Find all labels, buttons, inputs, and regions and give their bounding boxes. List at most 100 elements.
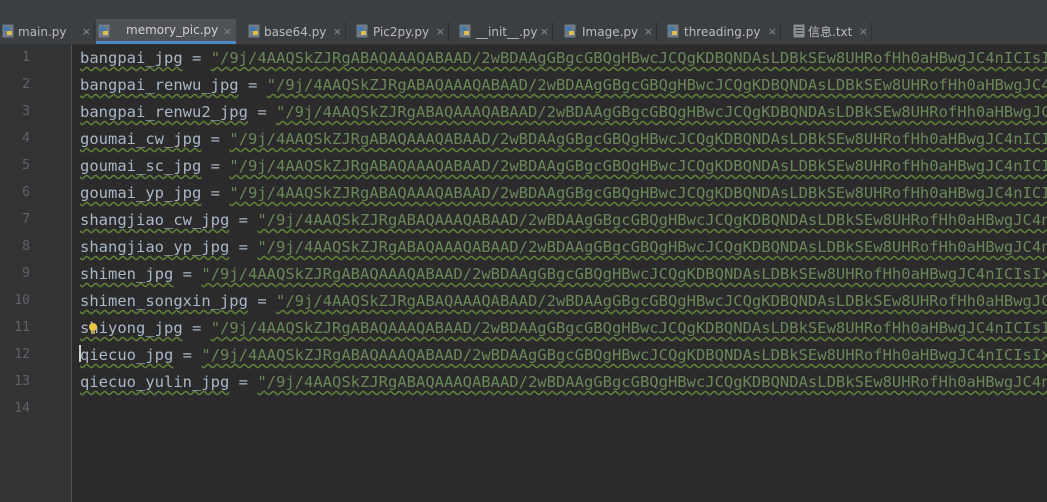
tab-label: Pic2py.py [373, 24, 430, 39]
variable-name: shangjiao_yp_jpg [80, 238, 230, 256]
line-number: 14 [14, 401, 30, 416]
tab-label: 信息.txt [808, 25, 853, 39]
python-file-icon [459, 24, 471, 38]
code-line[interactable]: goumai_sc_jpg = "/9j/4AAQSkZJRgABAQAAAQA… [80, 157, 1047, 175]
lightbulb-icon[interactable] [88, 322, 98, 336]
line-number: 8 [22, 239, 30, 254]
assign-operator: = [247, 76, 258, 94]
close-icon[interactable]: × [859, 25, 868, 38]
line-number: 9 [22, 266, 30, 281]
string-literal: "/9j/4AAQSkZJRgABAQAAAQABAAD/2wBDAAgGBgc… [201, 265, 1047, 283]
tab-label: Image.py [582, 24, 639, 39]
tab-label: memory_pic.py [126, 23, 219, 37]
variable-name: goumai_yp_jpg [80, 184, 202, 202]
python-file-icon [248, 24, 260, 38]
string-literal: "/9j/4AAQSkZJRgABAQAAAQABAAD/2wBDAAgGBgc… [210, 319, 1047, 337]
variable-name: qiecuo_yulin_jpg [80, 373, 230, 391]
line-number: 13 [14, 374, 30, 389]
text-file-icon [793, 24, 805, 38]
variable-name: bangpai_renwu2_jpg [80, 103, 248, 121]
tab-xinxi-txt[interactable]: 信息.txt × [782, 19, 872, 44]
line-number-gutter: 1 2 3 4 5 6 7 8 9 10 11 12 13 14 [0, 45, 72, 502]
variable-name: shangjiao_cw_jpg [80, 211, 230, 229]
tab-base64-py[interactable]: base64.py × [237, 19, 346, 44]
string-literal: "/9j/4AAQSkZJRgABAQAAAQABAAD/2wBDAAgGBgc… [257, 238, 1047, 256]
code-editor[interactable]: bangpai_jpg = "/9j/4AAQSkZJRgABAQAAAQABA… [72, 45, 1047, 502]
assign-operator: = [182, 265, 193, 283]
string-literal: "/9j/4AAQSkZJRgABAQAAAQABAAD/2wBDAAgGBgc… [257, 373, 1047, 391]
tab-label: __init__.py [476, 24, 538, 39]
line-number: 10 [14, 293, 30, 308]
python-file-icon [2, 24, 14, 38]
code-line[interactable]: shangjiao_yp_jpg = "/9j/4AAQSkZJRgABAQAA… [80, 238, 1047, 256]
variable-name: shimen_songxin_jpg [80, 292, 248, 310]
code-line[interactable]: bangpai_jpg = "/9j/4AAQSkZJRgABAQAAAQABA… [80, 49, 1047, 67]
assign-operator: = [257, 103, 267, 121]
string-literal: "/9j/4AAQSkZJRgABAQAAAQABAAD/2wBDAAgGBgc… [201, 346, 1047, 364]
code-line[interactable]: shimen_jpg = "/9j/4AAQSkZJRgABAQAAAQABAA… [80, 265, 1047, 283]
python-file-icon [564, 24, 576, 38]
string-literal: "/9j/4AAQSkZJRgABAQAAAQABAAD/2wBDAAgGBgc… [229, 157, 1047, 175]
assign-operator: = [182, 346, 193, 364]
tab-pic2py-py[interactable]: Pic2py.py × [347, 19, 449, 44]
string-literal: "/9j/4AAQSkZJRgABAQAAAQABAAD/2wBDAAgGBgc… [229, 130, 1047, 148]
close-icon[interactable]: × [82, 25, 91, 38]
code-line[interactable]: bangpai_renwu2_jpg = "/9j/4AAQSkZJRgABAQ… [80, 103, 1047, 121]
variable-name: qiecuo_jpg [80, 346, 174, 364]
close-icon[interactable]: × [644, 25, 653, 38]
variable-name: bangpai_renwu_jpg [80, 76, 239, 94]
code-line[interactable]: bangpai_renwu_jpg = "/9j/4AAQSkZJRgABAQA… [80, 76, 1047, 94]
assign-operator: = [257, 292, 267, 310]
tab-label: base64.py [264, 24, 327, 39]
code-line[interactable]: shangjiao_cw_jpg = "/9j/4AAQSkZJRgABAQAA… [80, 211, 1047, 229]
line-number: 7 [22, 212, 30, 227]
string-literal: "/9j/4AAQSkZJRgABAQAAAQABAAD/2wBDAAgGBgc… [210, 49, 1047, 67]
string-literal: "/9j/4AAQSkZJRgABAQAAAQABAAD/2wBDAAgGBgc… [266, 76, 1047, 94]
close-icon[interactable]: × [768, 25, 777, 38]
line-number: 4 [22, 131, 30, 146]
code-line[interactable]: shiyong_jpg = "/9j/4AAQSkZJRgABAQAAAQABA… [80, 319, 1047, 337]
string-literal: "/9j/4AAQSkZJRgABAQAAAQABAAD/2wBDAAgGBgc… [276, 103, 1047, 121]
assign-operator: = [192, 49, 202, 67]
close-icon[interactable]: × [540, 25, 549, 38]
line-number: 12 [14, 347, 30, 362]
code-line[interactable]: qiecuo_jpg = "/9j/4AAQSkZJRgABAQAAAQABAA… [80, 346, 1047, 364]
tab-label: threading.py [684, 24, 761, 39]
variable-name: shimen_jpg [80, 265, 174, 283]
python-file-icon [667, 24, 679, 38]
code-line[interactable]: goumai_cw_jpg = "/9j/4AAQSkZJRgABAQAAAQA… [80, 130, 1047, 148]
variable-name: goumai_sc_jpg [80, 157, 202, 175]
variable-name: bangpai_jpg [80, 49, 183, 67]
assign-operator: = [210, 184, 221, 202]
line-number: 11 [14, 320, 30, 335]
tab-threading-py[interactable]: threading.py × [658, 19, 781, 44]
python-file-icon [356, 24, 368, 38]
string-literal: "/9j/4AAQSkZJRgABAQAAAQABAAD/2wBDAAgGBgc… [229, 184, 1047, 202]
assign-operator: = [210, 130, 221, 148]
line-number: 3 [22, 104, 30, 119]
line-number: 1 [22, 50, 30, 65]
string-literal: "/9j/4AAQSkZJRgABAQAAAQABAAD/2wBDAAgGBgc… [276, 292, 1047, 310]
code-line[interactable]: qiecuo_yulin_jpg = "/9j/4AAQSkZJRgABAQAA… [80, 373, 1047, 391]
assign-operator: = [210, 157, 221, 175]
assign-operator: = [238, 238, 248, 256]
close-icon[interactable]: × [223, 25, 232, 38]
text-caret [79, 345, 81, 362]
string-literal: "/9j/4AAQSkZJRgABAQAAAQABAAD/2wBDAAgGBgc… [257, 211, 1047, 229]
close-icon[interactable]: × [436, 25, 445, 38]
code-line[interactable]: goumai_yp_jpg = "/9j/4AAQSkZJRgABAQAAAQA… [80, 184, 1047, 202]
code-line[interactable]: shimen_songxin_jpg = "/9j/4AAQSkZJRgABAQ… [80, 292, 1047, 310]
editor-tab-bar: main.py × memory_pic.py × base64.py × Pi… [0, 0, 1047, 45]
variable-name: goumai_cw_jpg [80, 130, 202, 148]
tab-main-py[interactable]: main.py × [0, 19, 95, 44]
tab-label: main.py [18, 24, 67, 39]
python-file-icon [98, 24, 110, 38]
line-number: 2 [22, 77, 30, 92]
tab-init-py[interactable]: __init__.py × [450, 19, 553, 44]
assign-operator: = [238, 373, 248, 391]
assign-operator: = [238, 211, 248, 229]
line-number: 6 [22, 185, 30, 200]
tab-image-py[interactable]: Image.py × [554, 19, 657, 44]
close-icon[interactable]: × [333, 25, 342, 38]
tab-memory-pic-py[interactable]: memory_pic.py × [96, 19, 236, 44]
